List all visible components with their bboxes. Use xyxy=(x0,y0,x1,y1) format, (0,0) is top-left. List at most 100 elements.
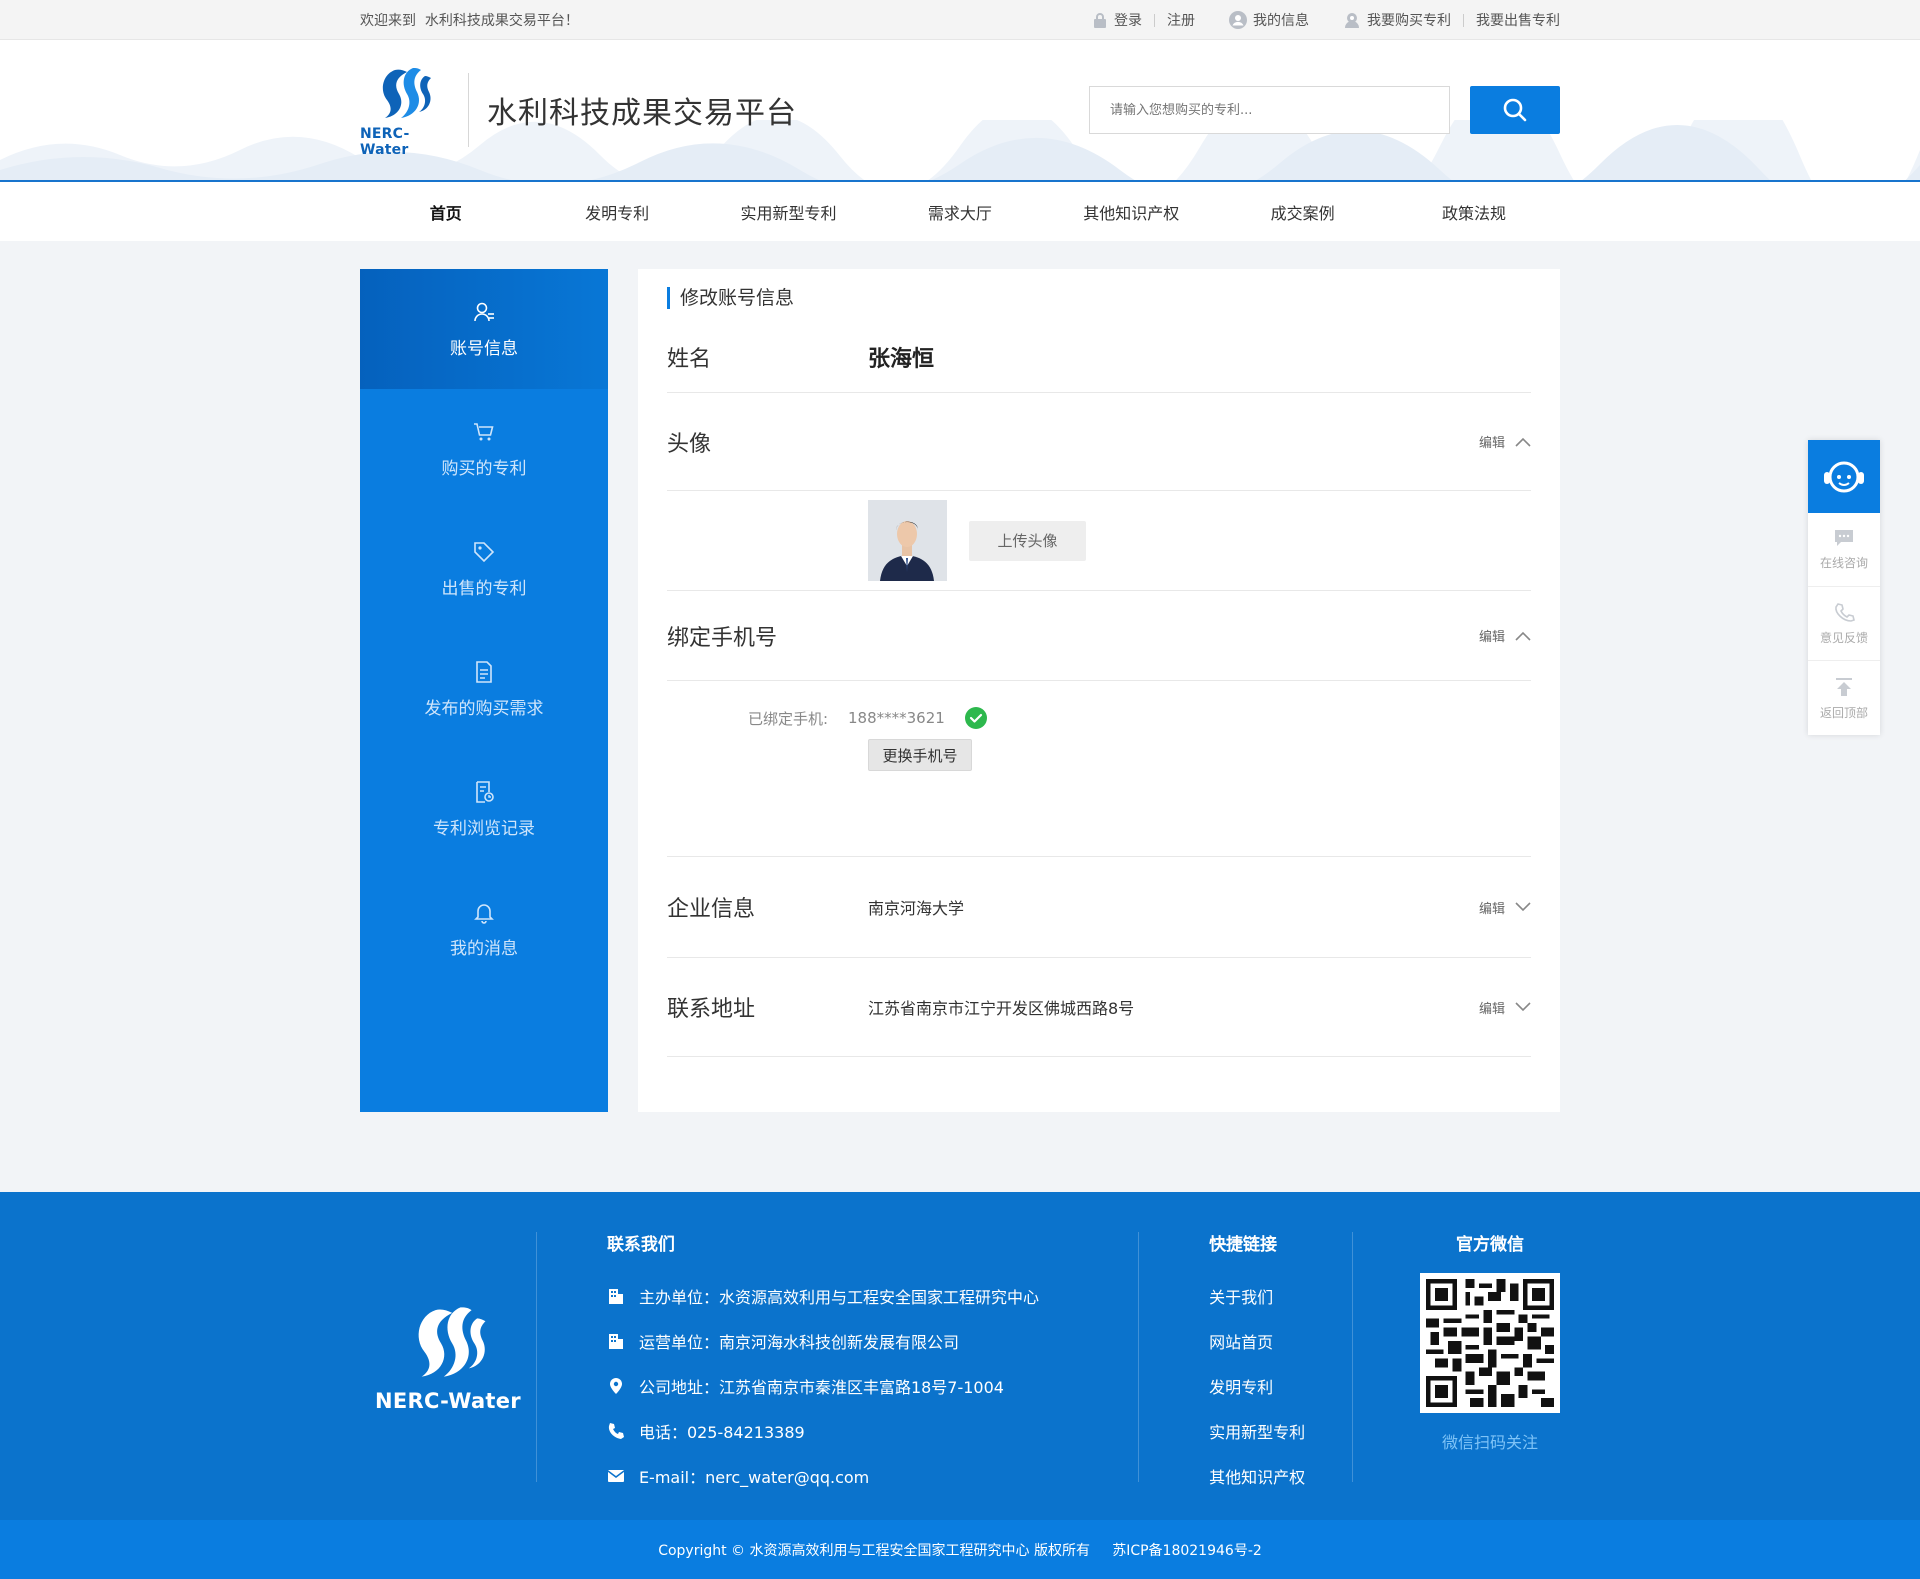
sidebar-item-label: 出售的专利 xyxy=(441,578,527,599)
nav-item-invention[interactable]: 发明专利 xyxy=(531,200,702,224)
search-button[interactable] xyxy=(1470,86,1560,134)
nav-item-home[interactable]: 首页 xyxy=(360,200,531,224)
contact-text: 主办单位：水资源高效利用与工程安全国家工程研究中心 xyxy=(638,1287,1039,1307)
nav-item-utility[interactable]: 实用新型专利 xyxy=(703,200,874,224)
arrow-up-icon xyxy=(1836,677,1852,696)
nav-item-cases[interactable]: 成交案例 xyxy=(1217,200,1388,224)
search-icon xyxy=(1503,98,1527,122)
sidebar-item-sold[interactable]: 出售的专利 xyxy=(360,509,608,629)
search-bar xyxy=(1089,86,1560,134)
edit-label: 编辑 xyxy=(1478,436,1505,451)
phone-row: 绑定手机号 编辑 xyxy=(667,591,1531,681)
address-edit-button[interactable]: 编辑 xyxy=(1479,998,1531,1017)
upload-avatar-button[interactable]: 上传头像 xyxy=(969,520,1086,561)
avatar xyxy=(868,500,947,581)
company-value: 南京河海大学 xyxy=(868,899,965,918)
site-title: 水利科技成果交易平台 xyxy=(487,96,797,131)
wechat-caption: 微信扫码关注 xyxy=(1441,1433,1538,1452)
nav-item-demand[interactable]: 需求大厅 xyxy=(874,200,1045,224)
login-link[interactable]: 登录 xyxy=(1092,10,1142,30)
contact-item: 公司地址：江苏省南京市秦淮区丰富路18号7-1004 xyxy=(607,1363,1118,1408)
contact-text: 公司地址：江苏省南京市秦淮区丰富路18号7-1004 xyxy=(638,1377,1004,1397)
back-to-top-label: 返回顶部 xyxy=(1819,705,1868,720)
chevron-down-icon xyxy=(1515,902,1531,912)
sidebar-item-account[interactable]: 账号信息 xyxy=(360,269,608,389)
tag-icon xyxy=(474,541,495,562)
back-to-top-button[interactable]: 返回顶部 xyxy=(1808,661,1880,735)
company-edit-button[interactable]: 编辑 xyxy=(1479,898,1531,917)
name-row: 姓名 张海恒 xyxy=(667,321,1531,393)
quick-link[interactable]: 关于我们 xyxy=(1209,1273,1327,1318)
account-panel: 修改账号信息 姓名 张海恒 头像 编辑 上传头像 绑定手机号 编辑 已绑定手机:… xyxy=(638,269,1560,1112)
sidebar-item-label: 专利浏览记录 xyxy=(433,818,535,839)
wechat-section: 官方微信 微信扫码关注 xyxy=(1420,1192,1560,1520)
document-icon xyxy=(476,660,492,683)
header-divider xyxy=(468,73,469,147)
bound-phone-value: 188****3621 xyxy=(848,709,945,727)
sidebar: 账号信息 购买的专利 出售的专利 发布的购买需求 专利浏览记录 我的消息 xyxy=(360,269,608,1112)
quick-links-section: 快捷链接 关于我们 网站首页 发明专利 实用新型专利 其他知识产权 xyxy=(1209,1192,1327,1520)
top-links: 登录 注册 我的信息 我要购买专利 我要出售专利 xyxy=(1092,10,1560,30)
location-icon xyxy=(609,1377,622,1394)
copyright-bar: Copyright © 水资源高效利用与工程安全国家工程研究中心 版权所有 苏I… xyxy=(0,1520,1920,1579)
register-link[interactable]: 注册 xyxy=(1167,10,1195,30)
phone-icon xyxy=(1835,603,1855,622)
company-label: 企业信息 xyxy=(667,897,756,922)
phone-edit-button[interactable]: 编辑 xyxy=(1479,626,1531,645)
check-circle-icon xyxy=(964,707,987,729)
avatar-edit-button[interactable]: 编辑 xyxy=(1479,432,1531,451)
feedback-button[interactable]: 意见反馈 xyxy=(1808,587,1880,661)
footer: NERC-Water 联系我们 主办单位：水资源高效利用与工程安全国家工程研究中… xyxy=(0,1192,1920,1520)
bound-phone-label: 已绑定手机: xyxy=(747,709,828,728)
sidebar-item-label: 我的消息 xyxy=(450,938,518,959)
chevron-down-icon xyxy=(1515,1002,1531,1012)
quick-link[interactable]: 实用新型专利 xyxy=(1209,1408,1327,1453)
online-consult-button[interactable]: 在线咨询 xyxy=(1808,513,1880,587)
nav-item-other-ip[interactable]: 其他知识产权 xyxy=(1046,200,1217,224)
panel-title: 修改账号信息 xyxy=(667,287,1531,309)
quick-link[interactable]: 发明专利 xyxy=(1209,1363,1327,1408)
avatar-panel: 上传头像 xyxy=(667,491,1531,591)
phone-panel: 已绑定手机: 188****3621 更换手机号 xyxy=(667,681,1531,857)
quick-link[interactable]: 网站首页 xyxy=(1209,1318,1327,1363)
contact-text: 运营单位：南京河海水科技创新发展有限公司 xyxy=(638,1332,959,1352)
footer-logo-text: NERC-Water xyxy=(374,1389,521,1413)
logo-text: NERC-Water xyxy=(360,126,410,158)
change-phone-button[interactable]: 更换手机号 xyxy=(868,739,972,771)
contact-item: 电话：025-84213389 xyxy=(607,1408,1118,1453)
avatar-photo-icon xyxy=(868,500,947,581)
quick-links-title: 快捷链接 xyxy=(1209,1235,1278,1255)
site-logo[interactable]: NERC-Water xyxy=(360,62,448,158)
chat-icon xyxy=(1835,530,1853,546)
quick-link[interactable]: 其他知识产权 xyxy=(1209,1453,1327,1498)
sidebar-item-messages[interactable]: 我的消息 xyxy=(360,869,608,989)
avatar-label: 头像 xyxy=(667,431,712,457)
wechat-qr-code xyxy=(1420,1273,1560,1413)
nav-item-policy[interactable]: 政策法规 xyxy=(1388,200,1559,224)
sidebar-item-label: 购买的专利 xyxy=(441,458,527,479)
top-bar: 欢迎来到 水利科技成果交易平台！ 登录 注册 我的信息 我要购买专利 我要出售专… xyxy=(0,0,1920,40)
main: 账号信息 购买的专利 出售的专利 发布的购买需求 专利浏览记录 我的消息 修改账… xyxy=(0,241,1920,1112)
customer-service-button[interactable] xyxy=(1808,440,1880,513)
footer-divider xyxy=(1352,1232,1353,1482)
sidebar-item-purchased[interactable]: 购买的专利 xyxy=(360,389,608,509)
header: NERC-Water 水利科技成果交易平台 xyxy=(0,40,1920,180)
qr-code-icon xyxy=(1426,1279,1554,1407)
sidebar-item-history[interactable]: 专利浏览记录 xyxy=(360,749,608,869)
search-input[interactable] xyxy=(1089,86,1450,134)
chevron-up-icon xyxy=(1515,437,1531,447)
divider xyxy=(1463,13,1464,27)
company-row: 企业信息 南京河海大学 编辑 xyxy=(667,857,1531,958)
sell-patent-link[interactable]: 我要出售专利 xyxy=(1476,10,1560,30)
buy-patent-link[interactable]: 我要购买专利 xyxy=(1343,10,1451,30)
sidebar-item-demands[interactable]: 发布的购买需求 xyxy=(360,629,608,749)
login-label: 登录 xyxy=(1114,13,1142,29)
my-info-link[interactable]: 我的信息 xyxy=(1229,10,1309,30)
register-label: 注册 xyxy=(1167,13,1195,29)
address-value: 江苏省南京市江宁开发区佛城西路8号 xyxy=(868,999,1135,1018)
contact-text: 电话：025-84213389 xyxy=(638,1422,805,1442)
my-info-label: 我的信息 xyxy=(1253,13,1309,29)
copyright-text: Copyright © 水资源高效利用与工程安全国家工程研究中心 版权所有 苏I… xyxy=(658,1542,1262,1559)
buy-patent-label: 我要购买专利 xyxy=(1367,13,1451,29)
phone-label: 绑定手机号 xyxy=(667,625,778,651)
